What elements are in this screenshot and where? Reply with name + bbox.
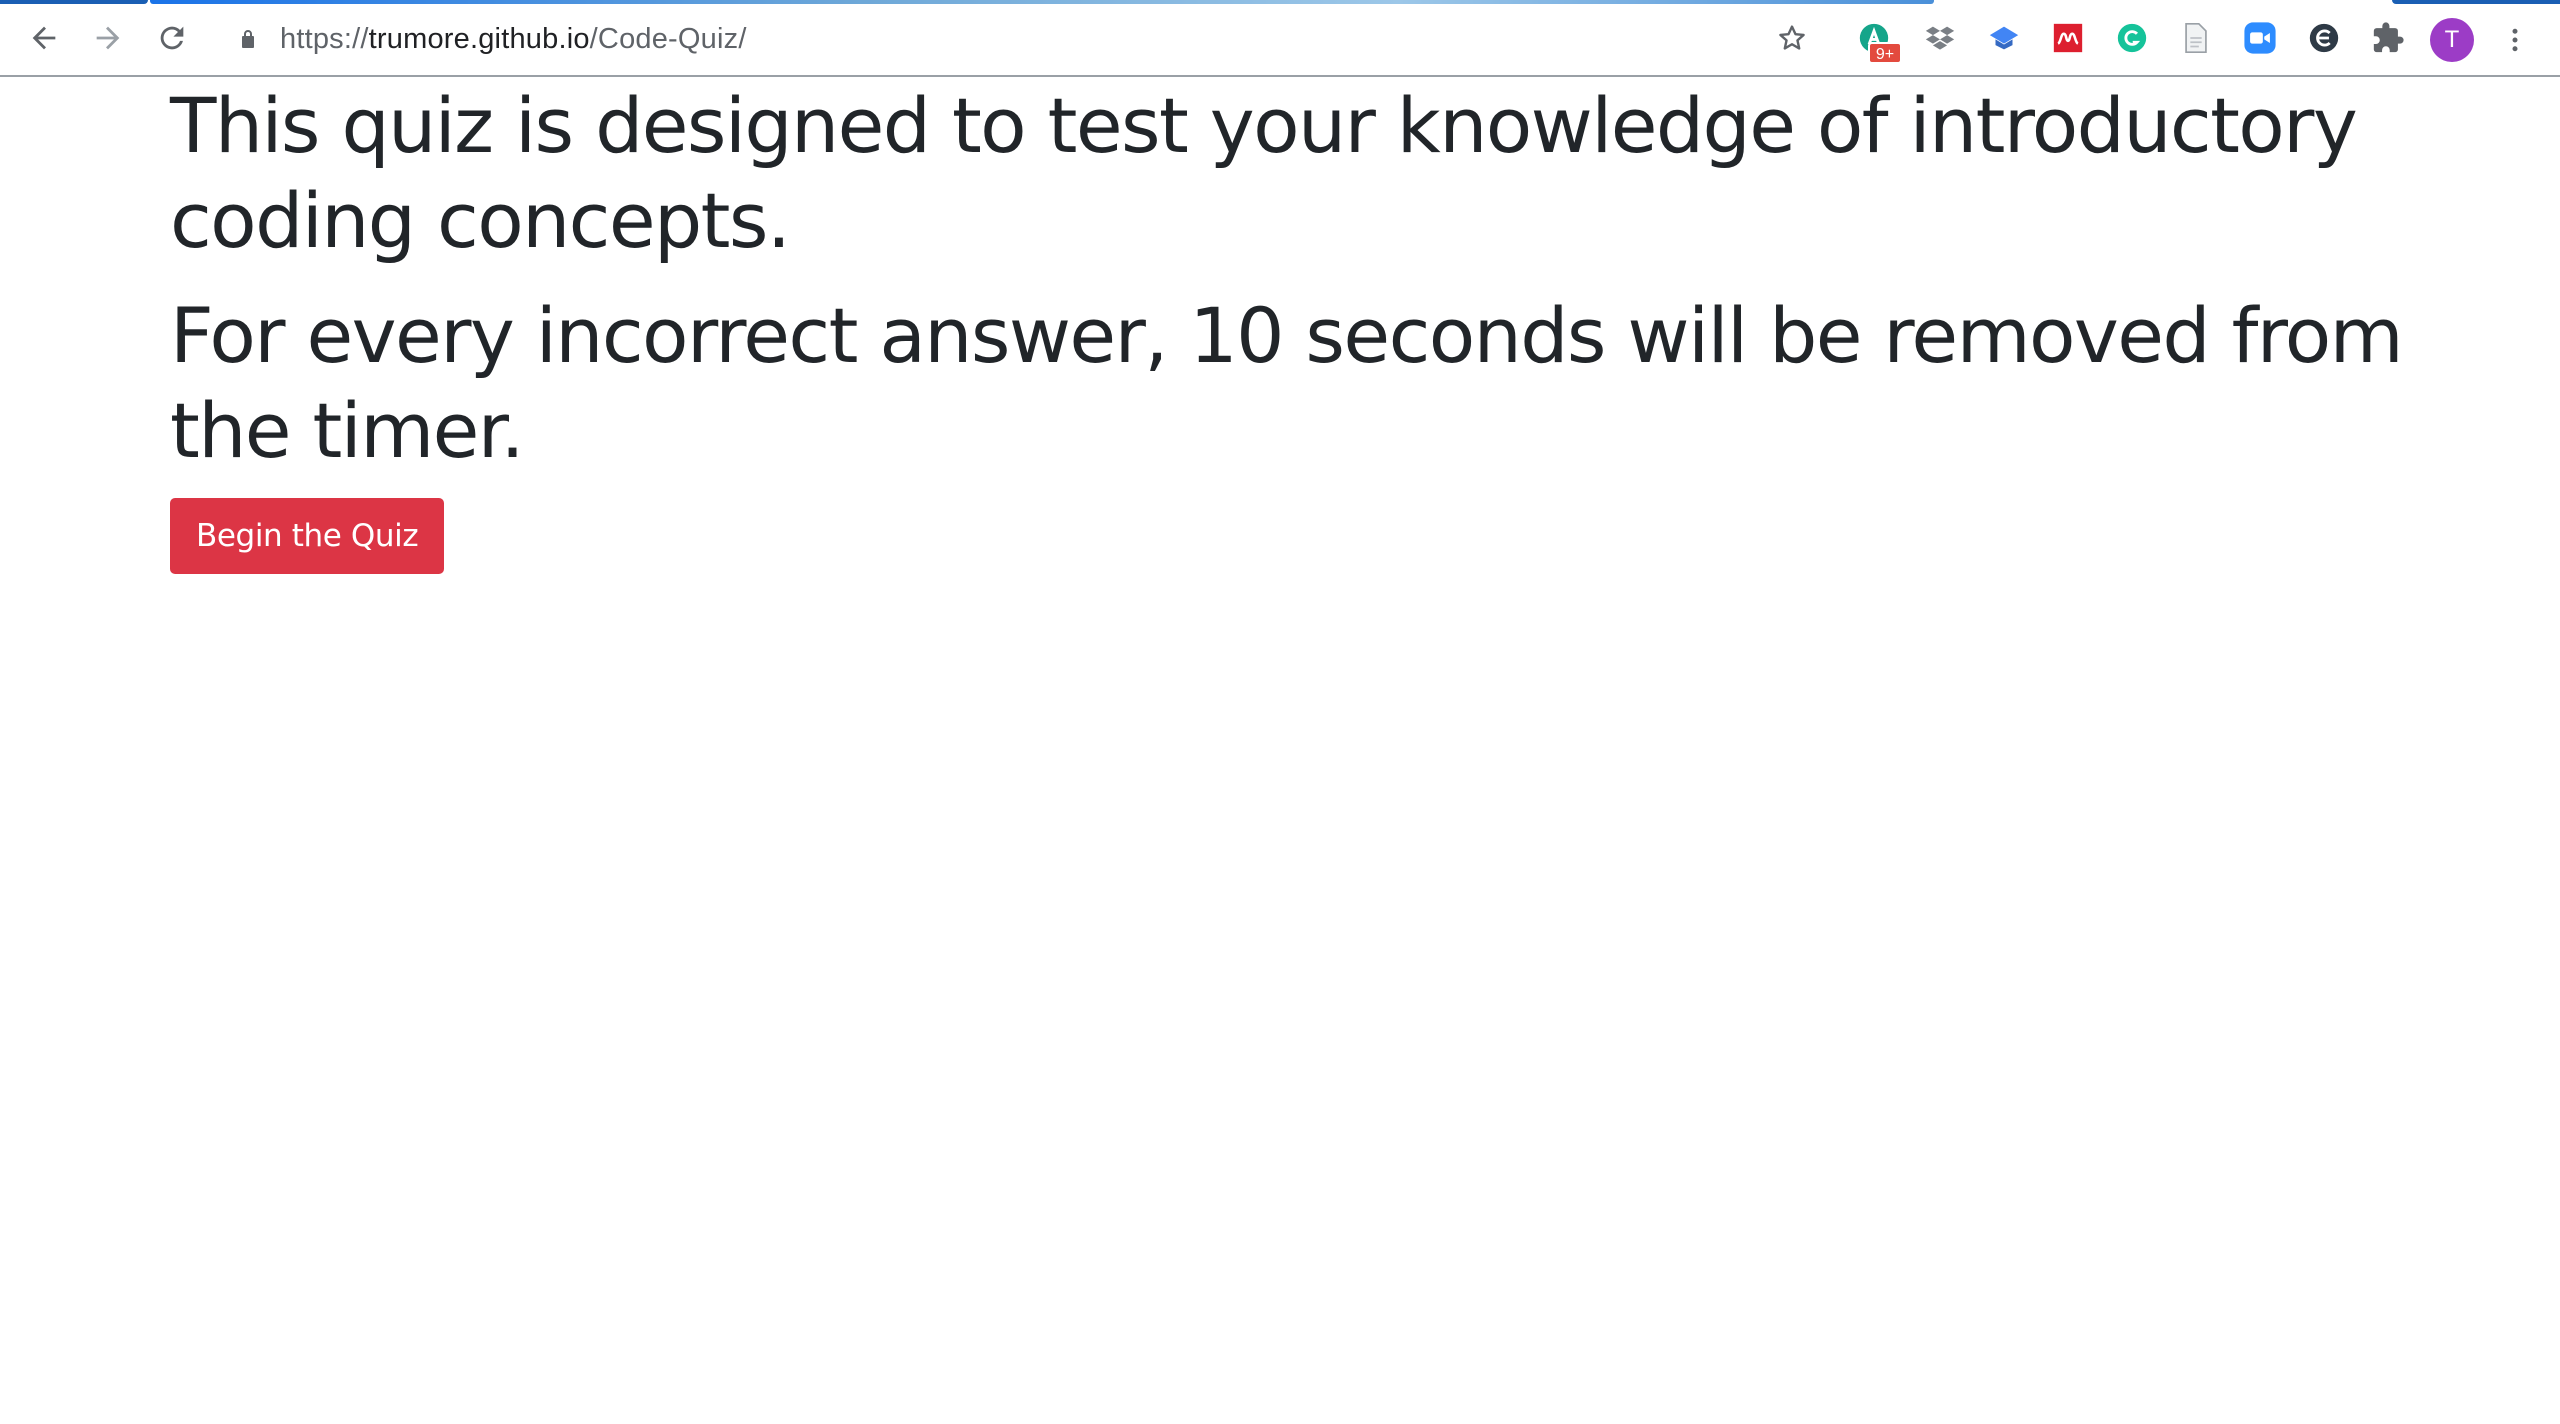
penalty-paragraph: For every incorrect answer, 10 seconds w… [170, 291, 2404, 475]
lock-icon [236, 24, 266, 54]
browser-menu-button[interactable] [2500, 18, 2530, 62]
page-load-progress-bar [150, 0, 1934, 4]
arrow-right-icon [96, 26, 120, 50]
puzzle-piece-icon [2373, 22, 2404, 53]
reload-icon [160, 26, 184, 50]
forward-button[interactable] [86, 16, 130, 60]
intro-paragraph: This quiz is designed to test your knowl… [170, 81, 2358, 265]
extension-grammarly-button[interactable] [2114, 20, 2150, 56]
arrow-left-icon [32, 26, 56, 50]
url-scheme: https:// [280, 22, 369, 55]
video-camera-icon [2244, 22, 2276, 54]
extension-document-button[interactable] [2178, 20, 2214, 56]
quiz-intro: This quiz is designed to test your knowl… [170, 78, 2410, 574]
browser-toolbar: https://trumore.github.io/Code-Quiz/ 9+ [0, 0, 2560, 77]
address-bar[interactable]: https://trumore.github.io/Code-Quiz/ [216, 11, 1816, 67]
profile-avatar[interactable]: T [2430, 18, 2474, 62]
document-icon [2185, 22, 2207, 54]
tab-strip-edge [0, 0, 148, 4]
circle-e-icon [2309, 23, 2339, 53]
url-host: trumore.github.io [368, 22, 590, 55]
extension-e-button[interactable] [2306, 20, 2342, 56]
extension-zoom-button[interactable] [2242, 20, 2278, 56]
extensions-menu-button[interactable] [2370, 20, 2406, 56]
extension-scholar-button[interactable] [1986, 20, 2022, 56]
url-path: /Code-Quiz/ [589, 22, 747, 55]
back-button[interactable] [22, 16, 66, 60]
reload-button[interactable] [150, 16, 194, 60]
dropbox-icon [1925, 26, 1955, 50]
url-text: https://trumore.github.io/Code-Quiz/ [280, 23, 747, 56]
star-icon [1779, 25, 1805, 50]
extension-dropbox-button[interactable] [1922, 20, 1958, 56]
more-vertical-icon [2512, 28, 2518, 52]
bookmark-star-button[interactable] [1772, 18, 1812, 58]
tab-strip-edge [2392, 0, 2560, 4]
mendeley-icon [2053, 23, 2083, 53]
grammarly-icon [2117, 23, 2147, 53]
extension-badge: 9+ [1868, 42, 1902, 64]
graduation-cap-icon [1989, 26, 2019, 50]
begin-quiz-button[interactable]: Begin the Quiz [170, 498, 445, 574]
extension-mendeley-button[interactable] [2050, 20, 2086, 56]
